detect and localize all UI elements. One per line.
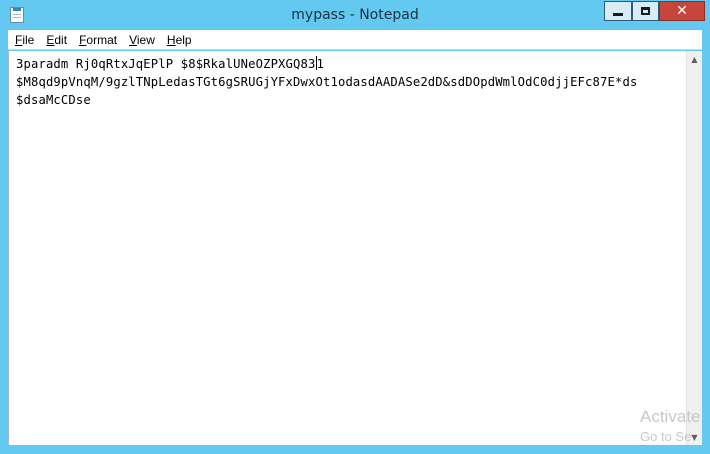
watermark-line-2: Go to Se bbox=[640, 429, 692, 444]
menu-format-label: ormat bbox=[86, 32, 118, 47]
close-button[interactable]: ✕ bbox=[659, 1, 705, 21]
watermark-line-1: Activate bbox=[640, 408, 701, 426]
close-icon: ✕ bbox=[676, 3, 688, 19]
minimize-icon bbox=[613, 12, 623, 16]
menu-view-label: iew bbox=[136, 32, 155, 47]
maximize-icon bbox=[641, 7, 650, 15]
editor-line-2: $M8qd9pVnqM/9gzlTNpLedasTGt6gSRUGjYFxDwx… bbox=[16, 75, 638, 89]
menu-file-label: ile bbox=[22, 32, 35, 47]
vertical-scrollbar[interactable]: ▲ ▼ bbox=[686, 51, 702, 445]
menu-view-accel: V bbox=[129, 32, 137, 47]
editor-content[interactable]: 3paradm Rj0qRtxJqEPlP $8$RkalUNeOZPXGQ83… bbox=[16, 55, 686, 109]
maximize-button[interactable] bbox=[632, 1, 659, 21]
editor-line-1: 3paradm Rj0qRtxJqEPlP $8$RkalUNeOZPXGQ83… bbox=[16, 56, 324, 71]
menu-help-label: elp bbox=[175, 32, 192, 47]
notepad-window: mypass - Notepad ✕ File Edit Format View… bbox=[0, 0, 710, 454]
editor-line-3: $dsaMcCDse bbox=[16, 93, 91, 107]
menu-help-accel: H bbox=[166, 32, 176, 47]
menu-view[interactable]: View bbox=[124, 30, 160, 50]
text-editor[interactable]: 3paradm Rj0qRtxJqEPlP $8$RkalUNeOZPXGQ83… bbox=[8, 51, 686, 445]
title-bar[interactable]: mypass - Notepad ✕ bbox=[0, 0, 710, 30]
menu-edit-label: dit bbox=[54, 32, 68, 47]
menu-file[interactable]: File bbox=[10, 30, 39, 50]
scroll-up-icon: ▲ bbox=[691, 54, 698, 64]
scrollbar-track[interactable] bbox=[687, 67, 702, 429]
menu-format[interactable]: Format bbox=[74, 30, 122, 50]
activation-watermark: Activate Go to Se bbox=[640, 408, 710, 446]
menu-edit[interactable]: Edit bbox=[41, 30, 72, 50]
menu-bar: File Edit Format View Help bbox=[8, 30, 702, 50]
window-bottom-border bbox=[8, 445, 702, 454]
editor-line-1-text: 3paradm Rj0qRtxJqEPlP $8$RkalUNeOZPXGQ83 bbox=[16, 57, 316, 71]
menu-help[interactable]: Help bbox=[162, 30, 197, 50]
editor-line-1-tail: 1 bbox=[316, 57, 324, 71]
scroll-up-button[interactable]: ▲ bbox=[687, 51, 702, 67]
minimize-button[interactable] bbox=[604, 1, 632, 21]
